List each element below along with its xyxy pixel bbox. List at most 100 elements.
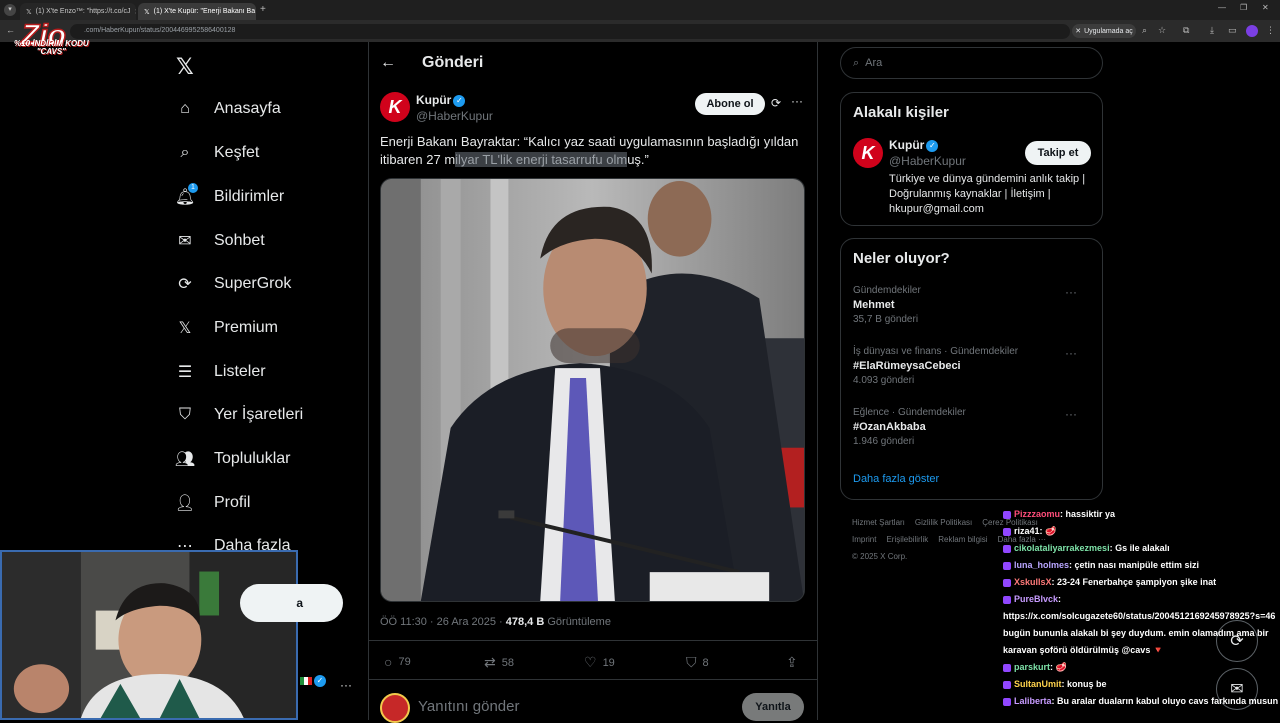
post-time[interactable]: ÖÖ 11:30 · 26 Ara 2025 · — [380, 616, 506, 628]
nav-item-5[interactable]: 𝕏 Premium — [174, 317, 278, 339]
footer-privacy-link[interactable]: Gizlilik Politikası — [915, 518, 972, 527]
chat-text: : 🥩 — [1039, 526, 1057, 536]
menu-dots-icon[interactable]: ⋮ — [1266, 25, 1275, 36]
share-action[interactable]: ⇪ — [786, 654, 798, 671]
nav-item-6[interactable]: ☰ Listeler — [174, 361, 266, 383]
page-title: Gönderi — [422, 54, 484, 71]
trend-more-icon[interactable]: ··· — [1065, 285, 1077, 299]
notification-badge: 1 — [188, 183, 198, 193]
chat-message: parskurt: 🥩 — [1003, 659, 1280, 676]
like-action[interactable]: ♡ 19 — [584, 654, 615, 671]
nav-item-3[interactable]: ✉ Sohbet — [174, 230, 264, 252]
chat-username[interactable]: XskullsX — [1014, 577, 1052, 587]
chat-text: : Bu aralar duaların kabul oluyo cavs fa… — [1051, 696, 1279, 706]
bookmark-star-icon[interactable]: ☆ — [1158, 25, 1166, 36]
url-field[interactable]: .com/HaberKupur/status/20044699525864001… — [70, 24, 1070, 39]
nav-item-9[interactable]: 👤︎ Profil — [174, 492, 251, 514]
close-tab-icon[interactable]: ✕ — [135, 8, 137, 16]
chat-username[interactable]: parskurt — [1014, 662, 1050, 672]
x-logo-icon[interactable]: 𝕏 — [176, 54, 194, 80]
trend-item[interactable]: Eğlence · Gündemdekiler #OzanAkbaba 1.946 … — [853, 407, 1091, 447]
author-avatar[interactable]: K — [380, 92, 410, 122]
nav-label: Anasayfa — [214, 100, 281, 117]
x-favicon-icon: 𝕏 — [144, 8, 150, 16]
trend-item[interactable]: Gündemdekiler Mehmet 35,7 B gönderi ··· — [853, 285, 1091, 325]
related-name[interactable]: Kupür ✓ — [889, 138, 939, 152]
author-name[interactable]: Kupür ✓ — [416, 93, 466, 107]
mail-icon: ✉ — [178, 233, 192, 250]
chat-username[interactable]: cikolataliyarrakezmesi — [1014, 543, 1110, 553]
nav-item-7[interactable]: ⛉ Yer İşaretleri — [174, 404, 303, 426]
footer-ads-link[interactable]: Reklam bilgisi — [938, 535, 987, 544]
new-tab-icon[interactable]: + — [260, 4, 266, 15]
repost-count: 58 — [501, 656, 514, 669]
subscribe-button[interactable]: Abone ol — [695, 93, 765, 115]
trend-category: İş dünyası ve finans · Gündemdekiler — [853, 346, 1019, 357]
trend-count: 35,7 B gönderi — [853, 314, 919, 325]
chat-message: cikolataliyarrakezmesi: Gs ile alakalı — [1003, 540, 1280, 557]
close-window-icon[interactable]: ✕ — [1262, 3, 1269, 12]
zoom-icon[interactable]: ⌕ — [1142, 25, 1147, 36]
footer-terms-link[interactable]: Hizmet Şartları — [852, 518, 905, 527]
nav-item-0[interactable]: ⌂ Anasayfa — [174, 98, 281, 120]
extensions-icon[interactable]: ⧉ — [1183, 25, 1189, 36]
back-nav-icon[interactable]: ← — [6, 25, 15, 35]
open-in-app-button[interactable]: ✕ Uygulamada aç — [1072, 24, 1136, 38]
restore-icon[interactable]: ❐ — [1240, 3, 1247, 12]
user-avatar[interactable] — [380, 693, 410, 723]
bookmark-count: 8 — [702, 656, 709, 669]
related-handle[interactable]: @HaberKupur — [889, 154, 966, 168]
profile-avatar-icon[interactable] — [1246, 25, 1258, 37]
back-arrow-icon[interactable]: ← — [380, 54, 396, 72]
minimize-icon[interactable]: — — [1218, 3, 1226, 12]
post-button-label: a — [296, 596, 303, 610]
chat-username[interactable]: Laliberta — [1014, 696, 1052, 706]
sidebar-icon[interactable]: ▭ — [1228, 25, 1237, 36]
chat-badge-icon — [1003, 578, 1011, 587]
repost-action[interactable]: ⇄ 58 — [484, 654, 514, 671]
reply-action[interactable]: ○ 79 — [384, 654, 411, 670]
chat-username[interactable]: riza41 — [1014, 526, 1040, 536]
chat-username[interactable]: SultanUmit — [1014, 679, 1062, 689]
chat-username[interactable]: PureBlvck — [1014, 594, 1058, 604]
more-options-icon[interactable]: ··· — [791, 94, 803, 108]
trend-item[interactable]: İş dünyası ve finans · Gündemdekiler #Ela… — [853, 346, 1091, 386]
nav-label: Topluluklar — [214, 450, 291, 467]
chat-text: : Gs ile alakalı — [1109, 543, 1170, 553]
post-button[interactable]: a — [240, 584, 343, 622]
footer-accessibility-link[interactable]: Erişilebilirlik — [886, 535, 928, 544]
trend-more-icon[interactable]: ··· — [1065, 346, 1077, 360]
download-icon[interactable]: ⤓ — [1210, 25, 1214, 36]
reply-button[interactable]: Yanıtla — [742, 693, 804, 721]
trend-count: 1.946 gönderi — [853, 436, 915, 447]
chat-text: : konuş be — [1061, 679, 1107, 689]
author-name-text: Kupür — [416, 93, 452, 107]
reply-input[interactable]: Yanıtını gönder — [418, 698, 519, 715]
footer-imprint-link[interactable]: Imprint — [852, 535, 876, 544]
follow-button[interactable]: Takip et — [1025, 141, 1091, 165]
tab-kupur[interactable]: 𝕏 (1) X'te Kupür: "Enerji Bakanı Ba ✕ — [138, 3, 256, 20]
nav-item-2[interactable]: 🔔︎ 1 Bildirimler — [174, 183, 284, 208]
chat-message: Laliberta: Bu aralar duaların kabul oluy… — [1003, 693, 1280, 710]
show-more-link[interactable]: Daha fazla göster — [853, 473, 939, 485]
tab-label: (1) X'te Kupür: "Enerji Bakanı Ba — [153, 8, 256, 15]
chat-username[interactable]: Pizzzaomu — [1014, 509, 1060, 519]
author-handle[interactable]: @HaberKupur — [416, 109, 493, 123]
nav-item-4[interactable]: ⟳ SuperGrok — [174, 273, 291, 295]
related-avatar[interactable]: K — [853, 138, 883, 168]
post-photo[interactable] — [380, 178, 805, 602]
tab-search-icon[interactable]: ▾ — [4, 4, 16, 16]
grok-icon[interactable]: ⟳ — [771, 96, 781, 110]
nav-item-1[interactable]: ⌕ Keşfet — [174, 142, 260, 164]
account-more-icon[interactable]: ··· — [340, 678, 352, 692]
nav-item-8[interactable]: 👥︎ Topluluklar — [174, 448, 291, 470]
nav-label: Keşfet — [214, 144, 260, 161]
trend-more-icon[interactable]: ··· — [1065, 407, 1077, 421]
chat-username[interactable]: luna_holmes — [1014, 560, 1069, 570]
search-icon: ⌕ — [853, 56, 860, 69]
chat-badge-icon — [1003, 697, 1011, 706]
bookmark-action[interactable]: ⛉ 8 — [686, 654, 709, 671]
chat-text: : 🥩 — [1050, 662, 1067, 672]
x-app-icon: ✕ — [1075, 28, 1082, 35]
search-input[interactable]: ⌕ Ara — [840, 47, 1103, 79]
